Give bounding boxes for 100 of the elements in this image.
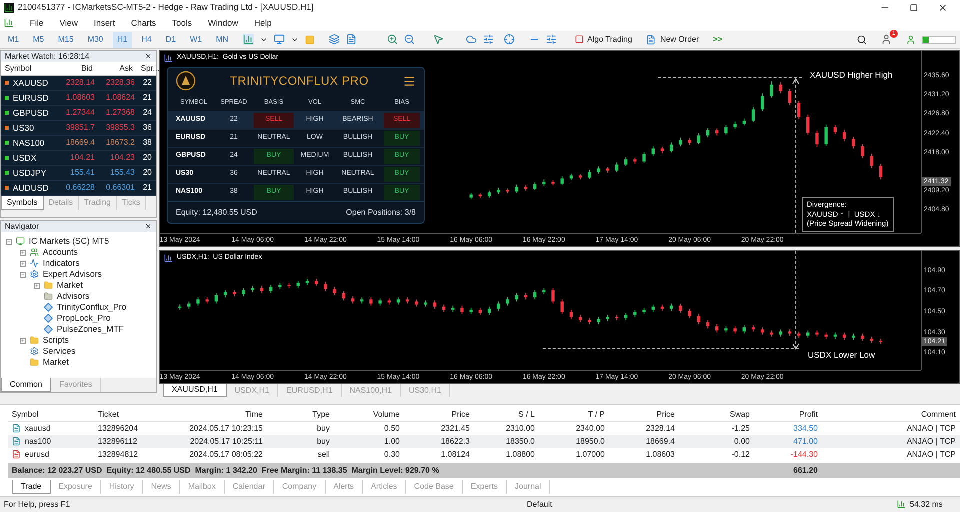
folder-icon [44, 281, 53, 290]
close-icon[interactable] [145, 53, 152, 60]
collapse-icon[interactable] [20, 272, 26, 278]
menu-item[interactable]: Window [208, 16, 238, 30]
ask-cell-text: 39855.3 [105, 122, 136, 134]
candle [478, 193, 482, 199]
timeframe-button[interactable]: H1 [113, 32, 132, 48]
menu-item[interactable]: File [30, 16, 44, 30]
search-icon[interactable] [857, 34, 867, 44]
column-header: Volume [372, 409, 401, 421]
menu-item[interactable]: Charts [131, 16, 156, 30]
tab[interactable]: XAUUSD,H1 [163, 384, 227, 397]
table-cell-text: 2321.45 [440, 422, 471, 434]
annotation-label: USDX Lower Low [808, 349, 876, 362]
column-header: Ticket [97, 409, 120, 421]
table-cell-text: 18622.3 [440, 436, 471, 448]
menu-icon[interactable] [403, 74, 416, 88]
timeframe-button[interactable]: M1 [4, 32, 24, 48]
expand-icon[interactable] [20, 250, 26, 256]
layers-icon[interactable] [328, 34, 340, 45]
tree-item[interactable]: PropLock_Pro [57, 312, 111, 325]
candlestick [552, 288, 555, 304]
algo-trading-button[interactable]: Algo Trading [570, 34, 636, 46]
cloud-icon[interactable] [466, 34, 477, 45]
menu-item[interactable]: Insert [94, 16, 116, 30]
tree-item[interactable]: Advisors [57, 290, 90, 303]
timeframe-button[interactable]: MN [212, 32, 233, 48]
tab[interactable]: Symbols [1, 196, 44, 210]
table-cell: xauusd [25, 422, 51, 434]
timeframe-button[interactable]: M15 [54, 32, 78, 48]
user-icon[interactable] [881, 34, 892, 45]
candle [724, 124, 728, 136]
menu-item[interactable]: Tools [172, 16, 192, 30]
candle [797, 100, 801, 120]
candlestick [615, 314, 619, 321]
tree-item[interactable]: Market [57, 279, 83, 292]
spread-cell-text: 21 [142, 182, 153, 194]
menu-item[interactable]: Help [254, 16, 272, 30]
crosshair-icon[interactable] [504, 34, 515, 45]
candle [861, 144, 864, 159]
folder-icon [44, 292, 53, 301]
expand-icon[interactable] [34, 282, 40, 288]
timeframe-button[interactable]: M5 [29, 32, 48, 48]
expand-icon[interactable] [20, 338, 26, 344]
chart-icon [164, 254, 173, 263]
table-cell-text: 334.50 [792, 422, 819, 434]
candlestick [879, 338, 883, 345]
candle [706, 128, 710, 138]
timeframe-button[interactable]: D1 [162, 32, 180, 48]
sliders-icon[interactable] [546, 34, 557, 45]
candle [688, 138, 692, 146]
spread-cell-text: 36 [142, 122, 153, 134]
tab[interactable]: Trade [12, 480, 51, 494]
table-cell-text: 0.00 [733, 436, 751, 448]
tree-item[interactable]: Expert Advisors [43, 268, 102, 281]
spread-cell-text: 21 [142, 92, 153, 104]
tree-item[interactable]: Accounts [43, 246, 78, 259]
candle [642, 152, 646, 164]
timeframe-button[interactable]: H4 [138, 32, 156, 48]
tree-item[interactable]: PulseZones_MTF [57, 323, 124, 336]
chart-type-icon[interactable] [242, 34, 254, 45]
tree-item[interactable]: Services [43, 345, 76, 358]
user-icon[interactable] [906, 34, 916, 44]
maximize-icon[interactable] [910, 4, 918, 12]
candle [652, 146, 655, 157]
table-cell-text: ANJAO | TCP [906, 436, 957, 448]
tree-item[interactable]: Market [43, 356, 69, 369]
table-cell-text: 471.00 [792, 436, 819, 448]
candle [588, 170, 592, 180]
close-icon[interactable] [938, 2, 948, 12]
expand-icon[interactable] [20, 260, 26, 266]
tab[interactable]: Common [1, 378, 52, 392]
sliders-icon[interactable] [482, 34, 494, 45]
cursor-icon[interactable] [432, 34, 444, 45]
candle [770, 81, 774, 98]
candle [660, 146, 664, 154]
tree-item[interactable]: IC Markets (SC) MT5 [29, 235, 110, 248]
zoom-out-icon[interactable] [404, 34, 415, 45]
tree-item[interactable]: Indicators [43, 257, 80, 270]
tree-item[interactable]: Scripts [43, 334, 69, 347]
candle [697, 133, 700, 145]
candle [879, 164, 883, 180]
collapse-icon[interactable] [6, 238, 12, 244]
table-cell-text: ANJAO | TCP [906, 422, 957, 434]
tree-item[interactable]: TrinityConflux_Pro [57, 301, 127, 314]
timeframe-button[interactable]: M30 [84, 32, 108, 48]
close-icon[interactable] [145, 223, 152, 230]
new-order-button[interactable]: New Order [642, 34, 704, 46]
zoom-in-icon[interactable] [386, 34, 398, 45]
monitor-icon[interactable] [274, 34, 285, 45]
menu-item[interactable]: View [60, 16, 78, 30]
document-icon[interactable] [346, 34, 357, 45]
timeframe-button[interactable]: W1 [186, 32, 206, 48]
checkbox-icon [574, 35, 584, 44]
candle [570, 174, 574, 181]
symbol-cell: AUDUSD [13, 182, 49, 194]
symbol-cell: NAS100 [13, 136, 45, 150]
bid-cell-text: 39851.7 [65, 122, 96, 134]
spread-cell-text: 38 [142, 137, 153, 149]
table-cell-text: ANJAO | TCP [906, 448, 957, 460]
